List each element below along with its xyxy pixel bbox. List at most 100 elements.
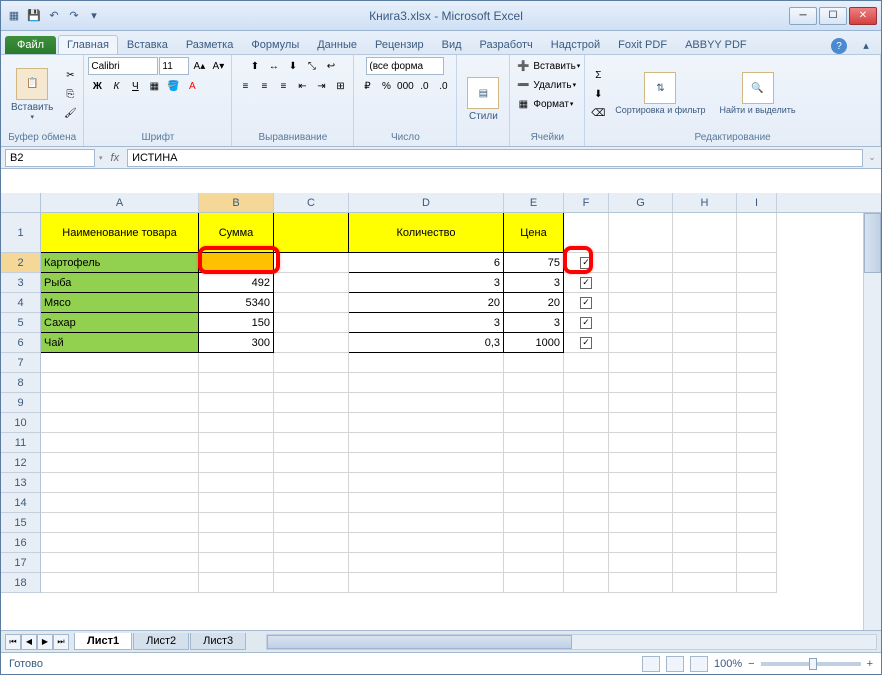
cell-empty[interactable] <box>609 253 673 273</box>
cell-empty[interactable] <box>609 393 673 413</box>
cell-empty[interactable] <box>199 513 274 533</box>
cell-price[interactable]: 3 <box>504 273 564 293</box>
cell-sum[interactable] <box>199 253 274 273</box>
cell-empty[interactable] <box>199 453 274 473</box>
cell-header-price[interactable]: Цена <box>504 213 564 253</box>
horizontal-scrollbar[interactable] <box>266 634 877 650</box>
cell-empty[interactable] <box>673 293 737 313</box>
row-header-14[interactable]: 14 <box>1 493 40 513</box>
cell-empty[interactable] <box>564 473 609 493</box>
sheet-nav-next-icon[interactable]: ▶ <box>37 634 53 650</box>
cell-empty[interactable] <box>737 553 777 573</box>
tab-формулы[interactable]: Формулы <box>242 35 308 54</box>
cell-empty[interactable] <box>609 313 673 333</box>
cell-empty[interactable] <box>274 273 349 293</box>
cell-empty[interactable] <box>504 533 564 553</box>
cell-empty[interactable] <box>349 353 504 373</box>
cell-empty[interactable] <box>673 213 737 253</box>
cell-empty[interactable] <box>41 393 199 413</box>
sheet-nav-first-icon[interactable]: ⏮ <box>5 634 21 650</box>
cell-price[interactable]: 1000 <box>504 333 564 353</box>
autosum-icon[interactable]: Σ <box>589 66 607 84</box>
undo-icon[interactable]: ↶ <box>45 7 63 25</box>
decrease-decimal-icon[interactable]: .0 <box>434 77 452 95</box>
cell-empty[interactable] <box>274 333 349 353</box>
tab-вставка[interactable]: Вставка <box>118 35 177 54</box>
cell-empty[interactable] <box>673 313 737 333</box>
paste-button[interactable]: 📋 Вставить ▾ <box>5 66 59 123</box>
cell-qty[interactable]: 6 <box>349 253 504 273</box>
cell-empty[interactable] <box>673 333 737 353</box>
underline-icon[interactable]: Ч <box>126 77 144 95</box>
cell-empty[interactable] <box>609 533 673 553</box>
tab-разработч[interactable]: Разработч <box>471 35 542 54</box>
sort-filter-button[interactable]: ⇅ Сортировка и фильтр <box>609 70 711 118</box>
cell-empty[interactable] <box>349 553 504 573</box>
cell-empty[interactable] <box>504 413 564 433</box>
name-box[interactable]: B2 <box>5 149 95 167</box>
cell-empty[interactable] <box>199 493 274 513</box>
expand-formula-icon[interactable]: ⌄ <box>863 152 881 163</box>
cell-empty[interactable] <box>564 433 609 453</box>
cell-empty[interactable] <box>349 393 504 413</box>
file-tab[interactable]: Файл <box>5 36 56 54</box>
cell-empty[interactable] <box>349 453 504 473</box>
wrap-text-icon[interactable]: ↩ <box>322 57 340 75</box>
cell-empty[interactable] <box>41 353 199 373</box>
cell-empty[interactable] <box>737 273 777 293</box>
cell-empty[interactable] <box>349 473 504 493</box>
cell-empty[interactable] <box>41 413 199 433</box>
cell-empty[interactable] <box>274 313 349 333</box>
qat-more-icon[interactable]: ▾ <box>85 7 103 25</box>
cell-checkbox[interactable]: ✓ <box>564 333 609 353</box>
bold-icon[interactable]: Ж <box>88 77 106 95</box>
cell-empty[interactable] <box>274 473 349 493</box>
cell-empty[interactable] <box>609 513 673 533</box>
find-select-button[interactable]: 🔍 Найти и выделить <box>714 70 802 118</box>
column-header-G[interactable]: G <box>609 193 673 212</box>
cell-product-name[interactable]: Мясо <box>41 293 199 313</box>
cell-empty[interactable] <box>274 453 349 473</box>
cell-empty[interactable] <box>41 473 199 493</box>
insert-button[interactable]: ➕Вставить▾ <box>514 57 580 75</box>
copy-icon[interactable]: ⎘ <box>61 85 79 103</box>
number-format-combo[interactable]: (все форма <box>366 57 444 75</box>
cell-empty[interactable] <box>504 373 564 393</box>
cell-empty[interactable] <box>673 413 737 433</box>
styles-button[interactable]: ▤ Стили <box>461 75 505 124</box>
cell-empty[interactable] <box>274 253 349 273</box>
cell-empty[interactable] <box>504 433 564 453</box>
fill-icon[interactable]: ⬇ <box>589 85 607 103</box>
cell-empty[interactable] <box>673 573 737 593</box>
cell-empty[interactable] <box>349 493 504 513</box>
tab-вид[interactable]: Вид <box>433 35 471 54</box>
cell-empty[interactable] <box>673 553 737 573</box>
cell-empty[interactable] <box>737 533 777 553</box>
cell-empty[interactable] <box>274 413 349 433</box>
cell-empty[interactable] <box>673 433 737 453</box>
cell-empty[interactable] <box>199 473 274 493</box>
cell-empty[interactable] <box>504 473 564 493</box>
cell-sum[interactable]: 150 <box>199 313 274 333</box>
sheet-tab-Лист3[interactable]: Лист3 <box>190 633 246 650</box>
cell-empty[interactable] <box>349 373 504 393</box>
cell-empty[interactable] <box>564 393 609 413</box>
cell-empty[interactable] <box>609 293 673 313</box>
checkbox[interactable]: ✓ <box>580 277 592 289</box>
cell-header-c[interactable] <box>274 213 349 253</box>
cell-empty[interactable] <box>274 373 349 393</box>
cell-empty[interactable] <box>737 253 777 273</box>
row-header-9[interactable]: 9 <box>1 393 40 413</box>
cell-empty[interactable] <box>673 273 737 293</box>
column-header-B[interactable]: B <box>199 193 274 212</box>
fx-icon[interactable]: fx <box>107 152 124 164</box>
decrease-font-icon[interactable]: A▾ <box>209 57 227 75</box>
cell-empty[interactable] <box>41 453 199 473</box>
cell-empty[interactable] <box>609 573 673 593</box>
cell-empty[interactable] <box>564 513 609 533</box>
cell-empty[interactable] <box>673 253 737 273</box>
maximize-button[interactable]: ☐ <box>819 7 847 25</box>
cell-empty[interactable] <box>274 433 349 453</box>
increase-indent-icon[interactable]: ⇥ <box>312 77 330 95</box>
zoom-out-icon[interactable]: − <box>748 658 754 670</box>
